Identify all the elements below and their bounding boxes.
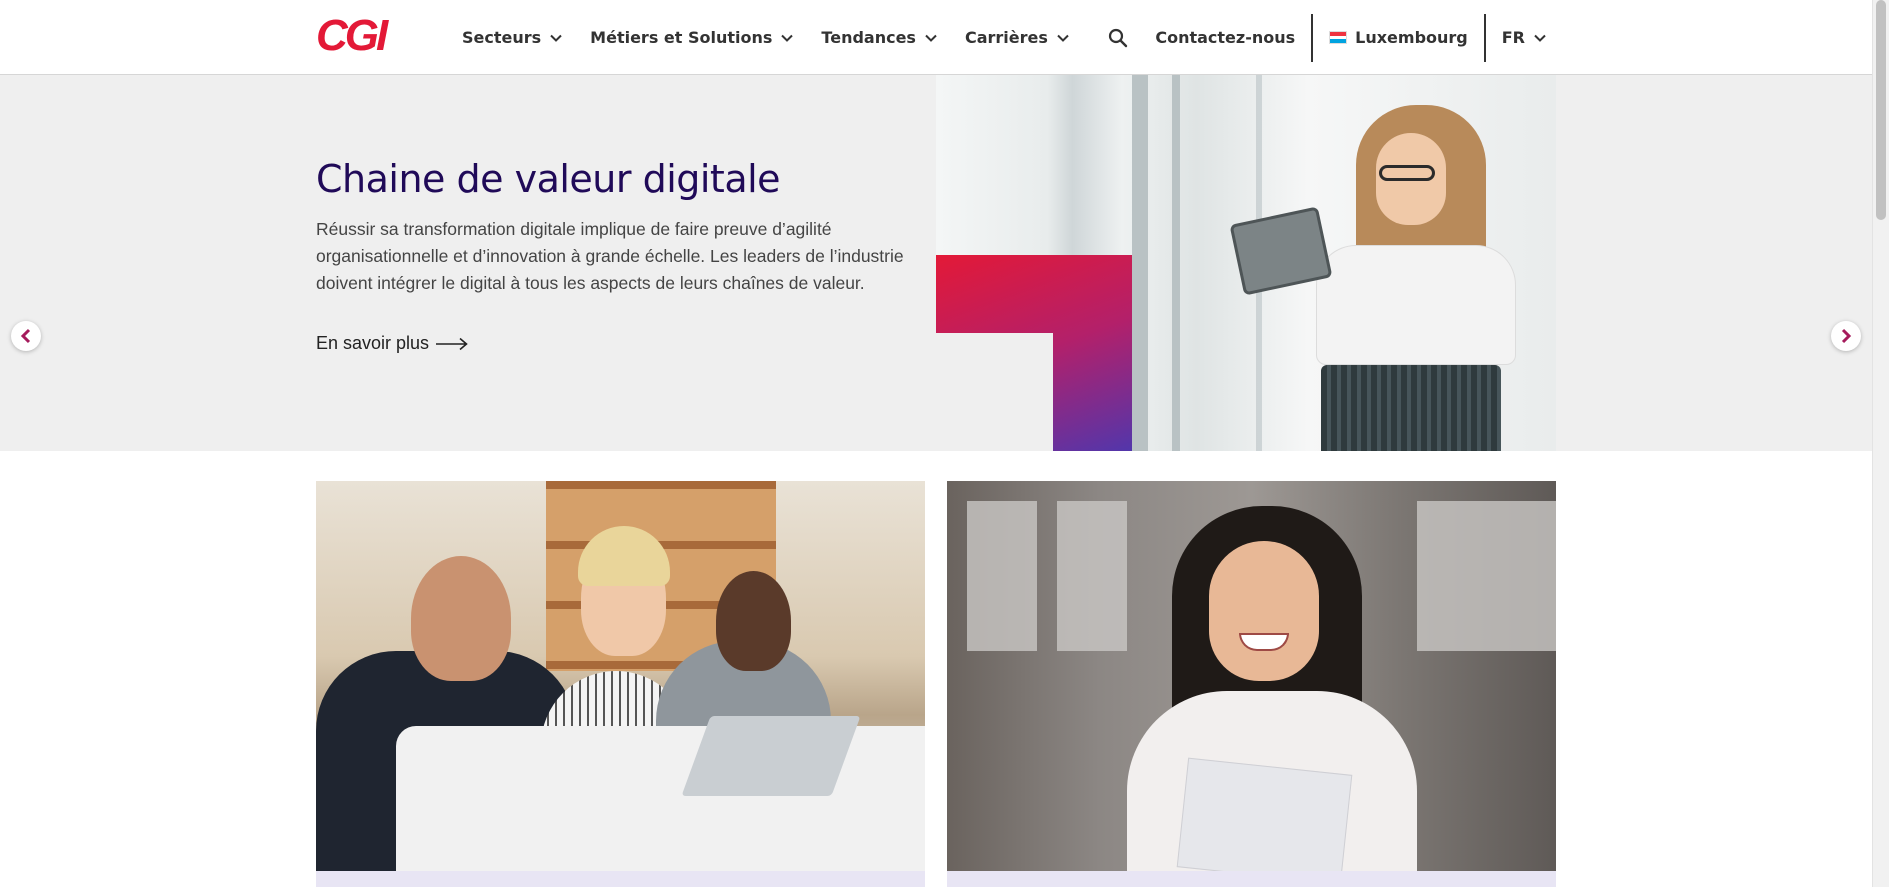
- carousel-prev-button[interactable]: [11, 321, 41, 351]
- hero-description: Réussir sa transformation digitale impli…: [316, 219, 904, 293]
- card-image-smiling-woman: [947, 481, 1556, 871]
- skirt: [1321, 365, 1501, 451]
- window: [1487, 501, 1556, 651]
- nav-item-label: Carrières: [964, 28, 1048, 47]
- nav-item-carrieres[interactable]: Carrières: [965, 28, 1070, 47]
- glasses: [1379, 165, 1435, 181]
- feature-card[interactable]: [947, 481, 1556, 887]
- chevron-down-icon: [781, 34, 794, 42]
- luxembourg-flag-icon: [1329, 31, 1348, 44]
- nav-item-label: Secteurs: [462, 28, 542, 47]
- chevron-down-icon: [550, 34, 562, 42]
- nav-item-label: Métiers et Solutions: [590, 28, 773, 47]
- language-label: FR: [1501, 28, 1525, 47]
- learn-more-label: En savoir plus: [316, 333, 430, 353]
- feature-card[interactable]: [316, 481, 925, 887]
- divider: [1311, 13, 1314, 62]
- card-image-meeting: [316, 481, 925, 871]
- country-selector[interactable]: Luxembourg: [1329, 28, 1468, 47]
- card-footer: [947, 871, 1556, 887]
- carousel-next-button[interactable]: [1831, 321, 1861, 351]
- window: [967, 501, 1037, 651]
- nav-item-secteurs[interactable]: Secteurs: [462, 28, 563, 47]
- site-header: CGI Secteurs Métiers et Solutions Tendan…: [0, 0, 1872, 75]
- search-icon[interactable]: [1107, 27, 1129, 49]
- man2-head: [716, 571, 791, 671]
- paper-document: [1176, 757, 1353, 871]
- hero-carousel: Chaine de valeur digitale Réussir sa tra…: [0, 75, 1872, 451]
- chevron-down-icon: [1534, 34, 1546, 42]
- contact-link[interactable]: Contactez-nous: [1155, 28, 1295, 47]
- country-label: Luxembourg: [1355, 28, 1468, 47]
- contact-label: Contactez-nous: [1155, 28, 1296, 47]
- learn-more-link[interactable]: En savoir plus: [316, 333, 469, 354]
- cgi-logo[interactable]: CGI: [316, 14, 388, 58]
- chevron-left-icon: [20, 328, 31, 344]
- chevron-down-icon: [925, 34, 937, 42]
- laptop: [681, 716, 861, 796]
- nav-item-tendances[interactable]: Tendances: [821, 28, 938, 47]
- card-footer: [316, 871, 925, 887]
- window: [1417, 501, 1487, 651]
- hero-image: [936, 75, 1556, 451]
- nav-item-label: Tendances: [821, 28, 916, 47]
- page-scrollbar[interactable]: [1872, 0, 1889, 887]
- brand-decoration-cutout: [936, 333, 1053, 451]
- chevron-down-icon: [1057, 34, 1069, 42]
- nav-item-metiers-solutions[interactable]: Métiers et Solutions: [590, 28, 794, 47]
- woman-face: [1209, 541, 1319, 681]
- divider: [1483, 13, 1486, 62]
- window-frame: [1132, 75, 1148, 451]
- scrollbar-thumb[interactable]: [1876, 0, 1886, 220]
- window-frame: [1172, 75, 1180, 451]
- chevron-right-icon: [1841, 328, 1852, 344]
- main-nav: Secteurs Métiers et Solutions Tendances …: [462, 0, 1129, 75]
- arrow-right-icon: [436, 337, 468, 350]
- window: [1057, 501, 1127, 651]
- hero-title: Chaine de valeur digitale: [316, 157, 781, 201]
- language-selector[interactable]: FR: [1502, 28, 1547, 47]
- blouse: [1316, 245, 1516, 365]
- utility-nav: Contactez-nous Luxembourg FR: [1155, 0, 1547, 75]
- man-head: [411, 556, 511, 681]
